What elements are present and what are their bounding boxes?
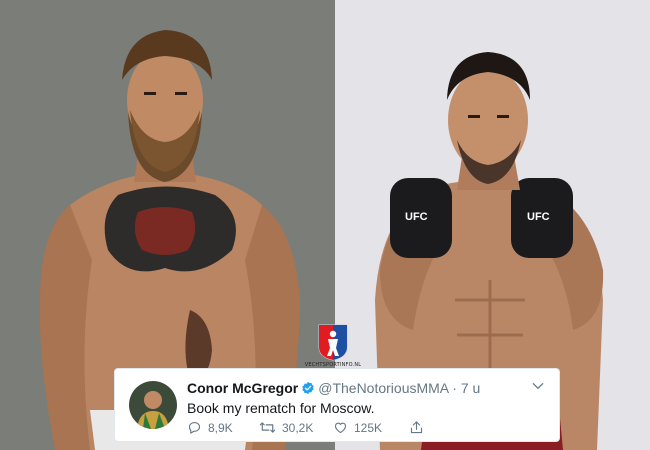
author-handle[interactable]: @TheNotoriousMMA	[318, 380, 448, 396]
share-icon	[409, 420, 424, 435]
retweet-count: 30,2K	[282, 420, 314, 435]
reply-count: 8,9K	[208, 420, 233, 435]
reply-icon	[187, 420, 202, 435]
reply-button[interactable]: 8,9K	[187, 420, 233, 435]
author-name[interactable]: Conor McGregor	[187, 380, 298, 396]
tweet-timestamp[interactable]: 7 u	[461, 380, 480, 396]
tweet-card[interactable]: Conor McGregor @TheNotoriousMMA · 7 u Boo…	[114, 368, 560, 442]
share-button[interactable]	[409, 420, 424, 435]
avatar[interactable]	[129, 381, 177, 429]
vechtsportinfo-logo	[318, 324, 348, 361]
like-button[interactable]: 125K	[333, 420, 382, 435]
like-icon	[333, 420, 348, 435]
svg-text:UFC: UFC	[527, 211, 550, 223]
meta-separator: ·	[452, 380, 457, 396]
svg-text:UFC: UFC	[405, 211, 428, 223]
verified-badge-icon	[301, 381, 315, 398]
like-count: 125K	[354, 420, 383, 435]
retweet-icon	[259, 420, 276, 435]
tweet-text: Book my rematch for Moscow.	[187, 400, 375, 416]
chevron-down-icon[interactable]	[531, 379, 545, 398]
tweet-header: Conor McGregor @TheNotoriousMMA · 7 u	[187, 380, 480, 398]
retweet-button[interactable]: 30,2K	[259, 420, 313, 435]
